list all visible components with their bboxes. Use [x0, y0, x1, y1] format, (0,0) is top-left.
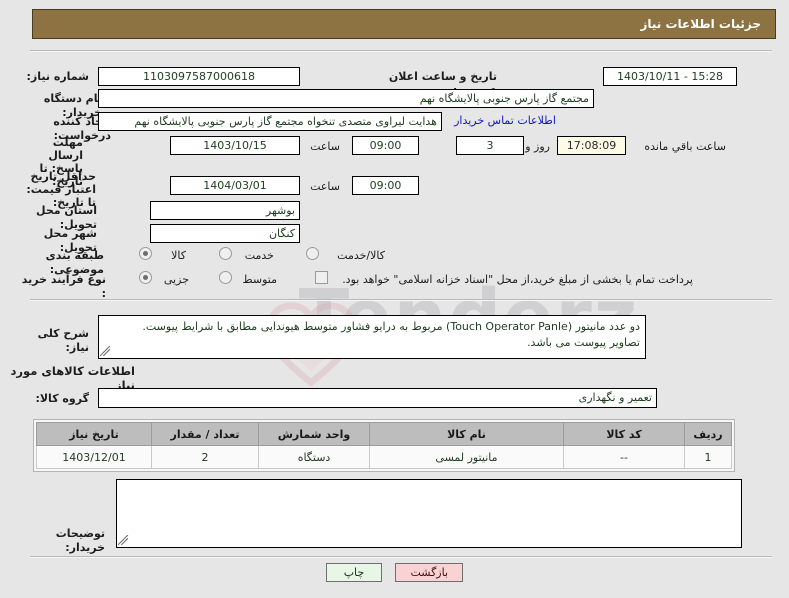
checkbox-label-islamic-treasury: پرداخت تمام یا بخشی از مبلغ خرید،از محل …	[342, 273, 693, 286]
col-need-date: تاریخ نیاز	[36, 422, 152, 446]
col-index: ردیف	[684, 422, 732, 446]
label-price-validity-hour: ساعت	[310, 180, 340, 193]
cell-need-date: 1403/12/01	[36, 445, 152, 469]
label-buyer-notes: توضیحات خریدار:	[55, 527, 105, 554]
label-remaining-days: روز و	[525, 140, 550, 153]
description-line-1: دو عدد مانیتور (Touch Operator Panle) مر…	[142, 320, 640, 333]
cell-unit: دستگاه	[258, 445, 370, 469]
goods-table-wrapper: ردیف کد کالا نام کالا واحد شمارش تعداد /…	[33, 419, 735, 472]
remaining-time-value: 17:08:09	[557, 136, 626, 155]
table-header-row: ردیف کد کالا نام کالا واحد شمارش تعداد /…	[36, 422, 732, 446]
deadline-hour-value: 09:00	[352, 136, 419, 155]
checkbox-islamic-treasury[interactable]	[315, 271, 328, 284]
radio-category-goods[interactable]	[139, 247, 152, 260]
buyer-contact-link[interactable]: اطلاعات تماس خریدار	[454, 114, 556, 127]
cell-name: مانیتور لمسی	[369, 445, 564, 469]
radio-category-service[interactable]	[219, 247, 232, 260]
remaining-days-value: 3	[456, 136, 524, 155]
need-number-value: 1103097587000618	[98, 67, 300, 86]
radio-process-medium[interactable]	[219, 271, 232, 284]
page-title: جزئیات اطلاعات نیاز	[640, 17, 761, 31]
col-quantity: تعداد / مقدار	[151, 422, 259, 446]
label-process-type: نوع فرآیند خرید :	[21, 273, 106, 300]
radio-label-process-medium: متوسط	[242, 273, 277, 286]
cell-code: --	[563, 445, 685, 469]
col-unit: واحد شمارش	[258, 422, 370, 446]
radio-category-goods-service[interactable]	[306, 247, 319, 260]
product-group-value: تعمیر و نگهداری	[98, 388, 657, 408]
label-remaining-suffix: ساعت باقي مانده	[644, 140, 726, 153]
city-value: کنگان	[150, 224, 300, 243]
label-deadline-hour: ساعت	[310, 140, 340, 153]
table-row: 1 -- مانیتور لمسی دستگاه 2 1403/12/01	[36, 445, 732, 469]
description-textarea[interactable]: دو عدد مانیتور (Touch Operator Panle) مر…	[98, 315, 646, 359]
description-line-2: تصاویر پیوست می باشد.	[527, 336, 640, 349]
resize-grip-icon[interactable]	[100, 346, 111, 357]
requester-value: هدایت لیراوی متصدی تنخواه مجتمع گاز پارس…	[98, 112, 442, 131]
divider-top	[30, 50, 772, 52]
resize-grip-icon-notes[interactable]	[118, 535, 129, 546]
col-code: کد کالا	[563, 422, 685, 446]
divider-mid	[30, 299, 772, 301]
divider-bottom	[30, 556, 772, 558]
radio-label-category-service: خدمت	[244, 249, 274, 262]
label-need-number: شماره نیاز:	[26, 70, 89, 83]
action-button-bar: بازگشت چاپ	[0, 563, 789, 582]
radio-label-category-goods: کالا	[171, 249, 186, 262]
price-validity-date-value: 1404/03/01	[170, 176, 300, 195]
col-name: نام کالا	[369, 422, 564, 446]
label-product-group: گروه کالا:	[35, 392, 89, 405]
public-announce-value: 15:28 - 1403/10/11	[603, 67, 737, 86]
cell-index: 1	[684, 445, 732, 469]
buyer-org-value: مجتمع گاز پارس جنوبی پالایشگاه نهم	[98, 89, 594, 108]
print-button[interactable]: چاپ	[325, 563, 382, 582]
page-header: جزئیات اطلاعات نیاز	[32, 9, 776, 39]
price-validity-hour-value: 09:00	[352, 176, 419, 195]
buyer-notes-textarea[interactable]	[116, 479, 742, 548]
radio-label-category-goods-service: کالا/خدمت	[337, 249, 385, 262]
label-description: شرح کلی نیاز:	[37, 327, 89, 354]
radio-process-minor[interactable]	[139, 271, 152, 284]
cell-quantity: 2	[151, 445, 259, 469]
deadline-date-value: 1403/10/15	[170, 136, 300, 155]
goods-table: ردیف کد کالا نام کالا واحد شمارش تعداد /…	[36, 422, 732, 469]
radio-label-process-minor: جزیی	[163, 273, 189, 286]
back-button[interactable]: بازگشت	[395, 563, 464, 582]
province-value: بوشهر	[150, 201, 300, 220]
